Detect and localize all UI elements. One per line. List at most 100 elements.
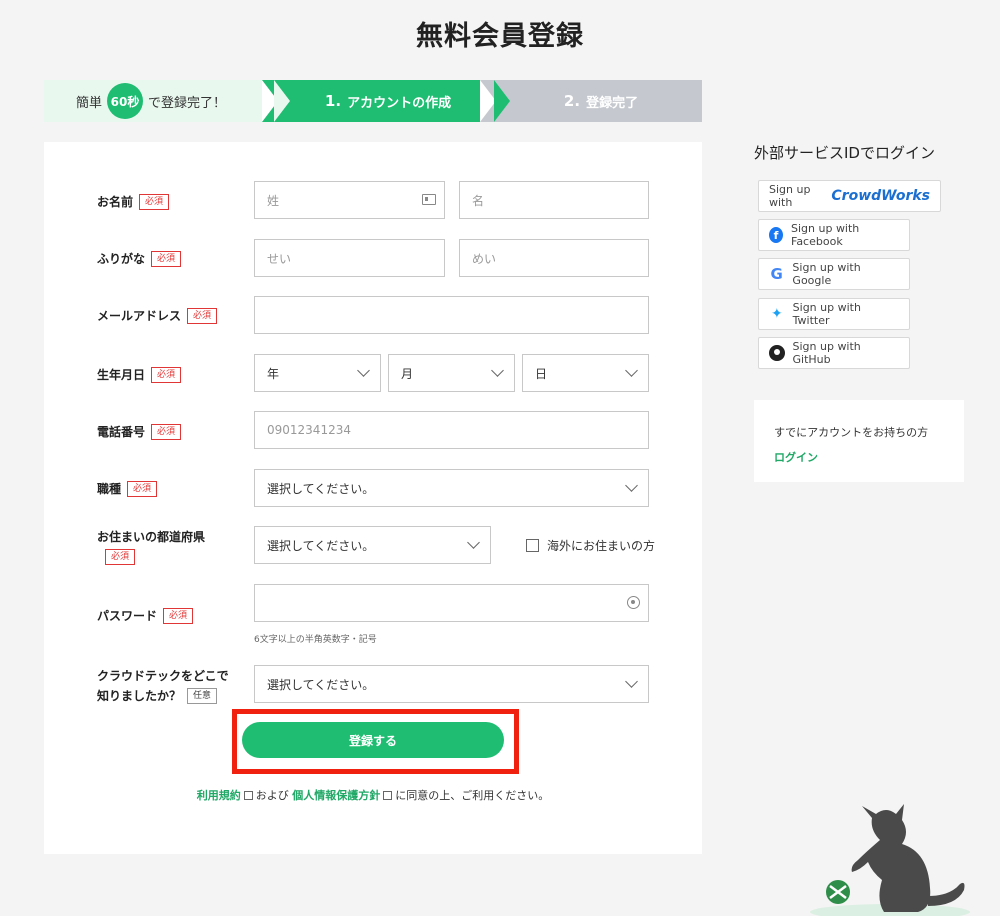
required-badge: 必須 — [139, 193, 170, 210]
prefecture-select[interactable]: 選択してください。 — [254, 526, 491, 564]
external-link-icon — [383, 791, 393, 800]
google-signup-button[interactable]: G Sign up with Google — [758, 258, 910, 290]
register-button[interactable]: 登録する — [242, 722, 504, 758]
password-label-text: パスワード — [97, 609, 158, 623]
crowdworks-prefix: Sign up with — [769, 183, 811, 209]
facebook-signup-label: Sign up with Facebook — [791, 222, 860, 248]
email-label-text: メールアドレス — [97, 309, 182, 323]
step-intro: 簡単 60秒 で登録完了！ — [44, 80, 290, 122]
chevron-down-icon — [491, 364, 504, 377]
cat-mascot-illustration — [810, 804, 970, 916]
phone-label-text: 電話番号 — [97, 425, 146, 439]
chevron-down-icon — [625, 479, 638, 492]
terms-suffix-text: に同意の上、ご利用ください。 — [395, 789, 550, 802]
intro-prefix: 簡単 — [76, 95, 103, 111]
password-label: パスワード 必須 — [97, 607, 194, 624]
intro-suffix: で登録完了！ — [148, 95, 227, 111]
email-field[interactable] — [254, 296, 649, 334]
birth-month-select[interactable]: 月 — [388, 354, 515, 392]
registration-form: お名前 必須 姓 名 ふりがな 必須 せい めい メールアドレス 必須 生年月日… — [44, 142, 702, 854]
birth-day-value: 日 — [535, 366, 548, 381]
github-signup-label: Sign up with GitHub — [792, 340, 861, 366]
cat-tail — [928, 882, 965, 906]
required-badge: 必須 — [151, 366, 182, 383]
crowdworks-signup-button[interactable]: Sign up with CrowdWorks — [758, 180, 941, 212]
login-link[interactable]: ログイン — [774, 449, 944, 465]
step-create-account: 1. アカウントの作成 — [262, 80, 510, 122]
name-label: お名前 必須 — [97, 193, 170, 210]
terms-text: 利用規約 および 個人情報保護方針 に同意の上、ご利用ください。 — [44, 787, 702, 803]
existing-account-text: すでにアカウントをお持ちの方 — [774, 426, 929, 439]
facebook-signup-button[interactable]: f Sign up with Facebook — [758, 219, 910, 251]
facebook-icon: f — [769, 227, 783, 243]
page-title: 無料会員登録 — [416, 21, 584, 52]
phone-label: 電話番号 必須 — [97, 423, 182, 440]
step2-number: 2. — [563, 92, 581, 110]
contact-card-icon — [422, 194, 436, 205]
chevron-down-icon — [467, 536, 480, 549]
kana-label-text: ふりがな — [97, 252, 146, 266]
existing-account-card: すでにアカウントをお持ちの方 ログイン — [754, 400, 964, 482]
birth-month-value: 月 — [401, 366, 414, 381]
birth-year-value: 年 — [267, 366, 280, 381]
prefecture-label-text: お住まいの都道府県 — [97, 530, 206, 544]
last-name-kana-field[interactable]: せい — [254, 239, 445, 277]
required-badge: 必須 — [187, 307, 218, 324]
referral-label-line2: 知りましたか？ — [97, 689, 182, 703]
google-signup-label: Sign up with Google — [792, 261, 861, 287]
google-icon: G — [770, 265, 783, 283]
name-label-text: お名前 — [97, 195, 134, 209]
required-badge: 必須 — [163, 607, 194, 624]
crowdworks-logo: CrowdWorks — [831, 188, 930, 204]
terms-of-service-link[interactable]: 利用規約 — [197, 789, 241, 802]
birthdate-label-text: 生年月日 — [97, 368, 146, 382]
overseas-checkbox-box[interactable] — [526, 539, 539, 552]
twitter-signup-button[interactable]: ✦ Sign up with Twitter — [758, 298, 910, 330]
prefecture-label: お住まいの都道府県 必須 — [97, 528, 205, 565]
last-name-placeholder: 姓 — [267, 193, 280, 208]
registration-stepper: 簡単 60秒 で登録完了！ 1. アカウントの作成 2. 登録完了 — [44, 80, 702, 122]
referral-label: クラウドテックをどこで 知りましたか？ 任意 — [97, 667, 229, 704]
job-label-text: 職種 — [97, 482, 122, 496]
referral-select[interactable]: 選択してください。 — [254, 665, 649, 703]
email-label: メールアドレス 必須 — [97, 307, 218, 324]
twitter-icon: ✦ — [770, 306, 783, 322]
required-badge: 必須 — [127, 480, 158, 497]
kana-label: ふりがな 必須 — [97, 250, 182, 267]
password-hint: 6文字以上の半角英数字・記号 — [254, 635, 377, 645]
last-name-field[interactable]: 姓 — [254, 181, 445, 219]
prefecture-select-value: 選択してください。 — [267, 538, 375, 553]
birth-year-select[interactable]: 年 — [254, 354, 381, 392]
referral-select-value: 選択してください。 — [267, 677, 375, 692]
cat-body — [851, 804, 931, 912]
overseas-checkbox[interactable]: 海外にお住まいの方 — [526, 537, 655, 554]
referral-label-line1: クラウドテックをどこで — [97, 669, 229, 683]
first-name-kana-field[interactable]: めい — [459, 239, 649, 277]
phone-placeholder: 09012341234 — [267, 423, 351, 437]
required-badge: 必須 — [151, 423, 182, 440]
external-login-title: 外部サービスIDでログイン — [754, 144, 935, 162]
github-icon — [769, 345, 785, 361]
chevron-down-icon — [357, 364, 370, 377]
overseas-checkbox-label: 海外にお住まいの方 — [547, 539, 656, 553]
time-badge: 60秒 — [107, 83, 144, 119]
first-name-field[interactable]: 名 — [459, 181, 649, 219]
step1-label: アカウントの作成 — [347, 95, 452, 111]
job-select[interactable]: 選択してください。 — [254, 469, 649, 507]
step2-label: 登録完了 — [586, 95, 639, 111]
last-name-kana-placeholder: せい — [267, 251, 292, 266]
birth-day-select[interactable]: 日 — [522, 354, 649, 392]
password-field[interactable] — [254, 584, 649, 622]
job-label: 職種 必須 — [97, 480, 158, 497]
github-signup-button[interactable]: Sign up with GitHub — [758, 337, 910, 369]
first-name-placeholder: 名 — [472, 193, 485, 208]
required-badge: 必須 — [105, 549, 136, 565]
chevron-down-icon — [625, 364, 638, 377]
external-link-icon — [243, 791, 253, 800]
referral-label-line2-wrap: 知りましたか？ 任意 — [97, 687, 218, 704]
phone-field[interactable]: 09012341234 — [254, 411, 649, 449]
twitter-signup-label: Sign up with Twitter — [792, 301, 861, 327]
first-name-kana-placeholder: めい — [472, 251, 497, 266]
show-password-icon[interactable] — [627, 596, 640, 609]
privacy-policy-link[interactable]: 個人情報保護方針 — [292, 789, 380, 802]
